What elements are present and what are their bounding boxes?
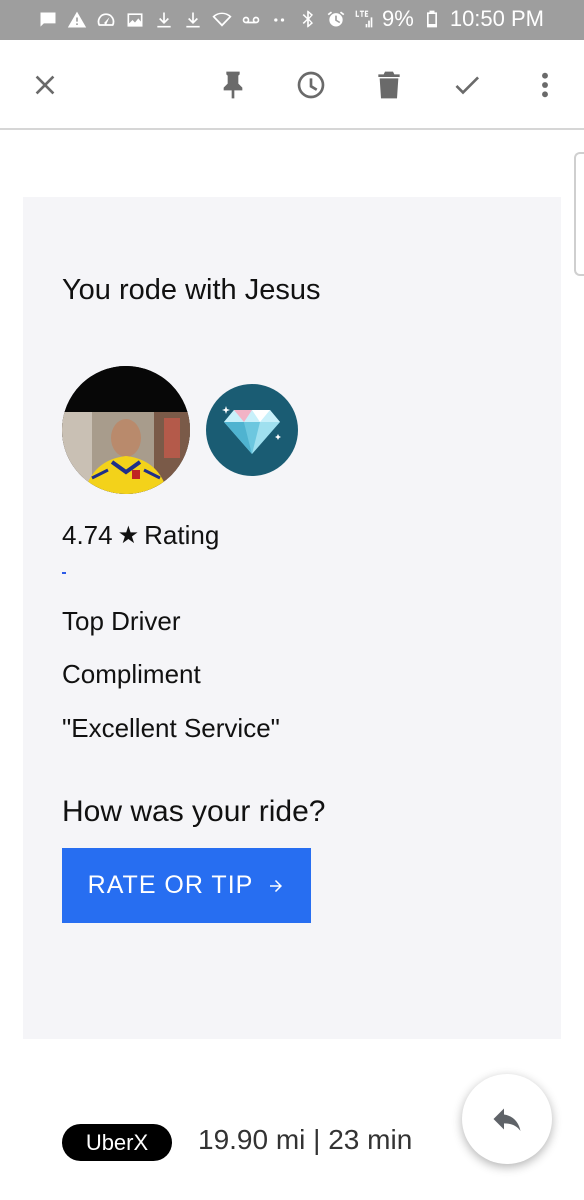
rating-label: Rating — [144, 520, 220, 550]
driver-avatar — [62, 366, 190, 494]
lte-signal-icon — [354, 7, 374, 31]
image-icon — [125, 8, 145, 32]
trip-distance-duration: 19.90 mi | 23 min — [198, 1124, 413, 1155]
pin-icon — [223, 71, 243, 99]
diamond-badge — [206, 384, 298, 476]
warning-icon — [67, 8, 87, 32]
close-icon — [35, 75, 55, 95]
driver-title: You rode with Jesus — [62, 274, 321, 306]
pin-button[interactable] — [210, 62, 256, 108]
reply-button[interactable] — [462, 1074, 552, 1164]
compliment-line: Top Driver — [62, 606, 181, 636]
feedback-question: How was your ride? — [62, 795, 326, 828]
battery-icon — [422, 7, 442, 31]
close-button[interactable] — [22, 62, 68, 108]
more-dots-icon — [270, 8, 290, 32]
product-badge: UberX — [62, 1124, 172, 1161]
scrollbar-handle[interactable] — [574, 152, 584, 276]
message-icon — [38, 8, 58, 32]
diamond-icon — [222, 406, 281, 454]
rating-value: 4.74 — [62, 520, 113, 550]
system-status: 9% 10:50 PM — [298, 6, 544, 32]
arrow-right-icon — [270, 879, 283, 892]
divider-mark — [62, 572, 66, 574]
snooze-button[interactable] — [288, 62, 334, 108]
reply-icon — [493, 1108, 521, 1131]
rate-or-tip-button[interactable]: RATE OR TIP — [62, 848, 311, 923]
driver-rating: 4.74 ★ Rating — [62, 520, 219, 551]
email-toolbar — [0, 40, 584, 130]
alarm-icon — [326, 7, 346, 31]
notification-icons — [38, 8, 290, 32]
done-icon — [455, 76, 479, 95]
download-icon — [183, 8, 203, 32]
wifi-icon — [212, 8, 232, 32]
compliment-line: Compliment — [62, 659, 201, 689]
download-icon — [154, 8, 174, 32]
speed-icon — [96, 8, 116, 32]
star-icon: ★ — [117, 522, 140, 549]
status-bar: 9% 10:50 PM — [0, 0, 584, 40]
done-button[interactable] — [444, 62, 490, 108]
more-vert-icon — [542, 72, 548, 98]
rate-or-tip-label: RATE OR TIP — [87, 871, 254, 899]
battery-percent: 9% — [382, 6, 414, 31]
snooze-icon — [297, 71, 325, 99]
delete-icon — [378, 71, 400, 99]
bluetooth-icon — [298, 7, 318, 31]
voicemail-icon — [241, 8, 261, 32]
delete-button[interactable] — [366, 62, 412, 108]
more-options-button[interactable] — [522, 62, 568, 108]
clock: 10:50 PM — [449, 6, 544, 31]
compliment-line: "Excellent Service" — [62, 713, 280, 743]
